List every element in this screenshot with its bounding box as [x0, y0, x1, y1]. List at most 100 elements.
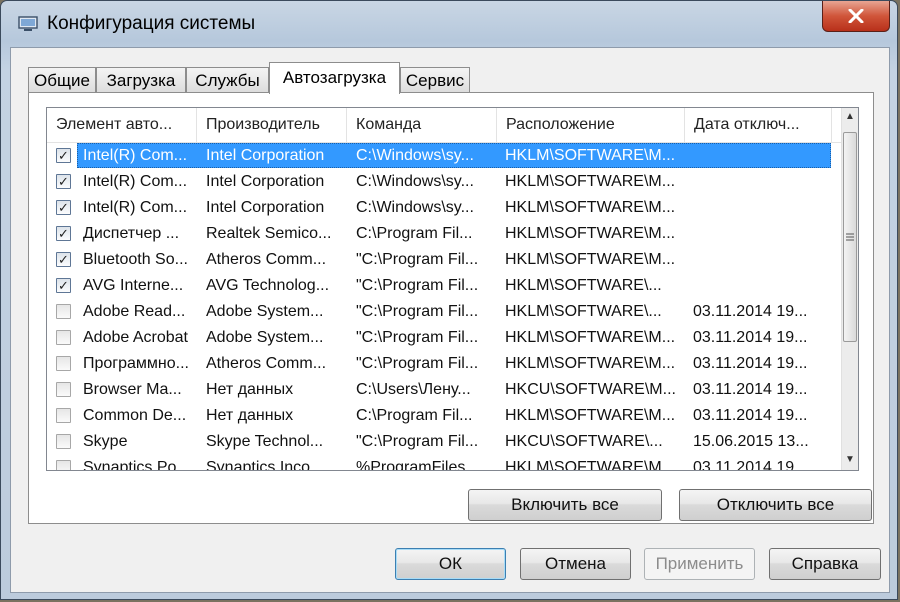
cell-date: 15.06.2015 13... — [693, 433, 809, 450]
cell-command: "C:\Program Fil... — [356, 433, 479, 450]
cell-maker: Adobe System... — [206, 303, 324, 320]
cell-date — [693, 143, 829, 169]
cell-maker: Synaptics Inco... — [206, 459, 324, 471]
ok-button[interactable]: ОК — [395, 548, 506, 580]
cell-location: HKLM\SOFTWARE\M... — [505, 407, 676, 424]
close-button[interactable] — [822, 1, 890, 32]
cell-name: Synaptics Po... — [83, 459, 190, 471]
table-row[interactable]: ✓ Intel(R) Com... Intel Corporation C:\Wind… — [47, 195, 841, 221]
tab-boot[interactable]: Загрузка — [96, 67, 186, 93]
cell-date: 03.11.2014 19... — [693, 407, 808, 424]
row-checkbox[interactable]: ✓ — [56, 174, 71, 189]
table-row[interactable]: Skype Skype Technol... "C:\Program Fil... H… — [47, 429, 841, 455]
dialog-client: Общие Загрузка Службы Автозагрузка Серви… — [10, 47, 890, 593]
row-checkbox[interactable] — [56, 356, 71, 371]
table-row[interactable]: ✓ Intel(R) Com... Intel Corporation C:\Wind… — [47, 143, 841, 169]
cell-date: 03.11.2014 19... — [693, 355, 808, 372]
cell-maker: Adobe System... — [206, 329, 324, 346]
cell-date — [693, 273, 829, 299]
cell-maker: Нет данных — [206, 407, 294, 424]
cell-location: HKLM\SOFTWARE\M... — [505, 199, 676, 216]
row-checkbox[interactable] — [56, 382, 71, 397]
cell-name: Adobe Read... — [83, 303, 186, 320]
title-bar[interactable]: Конфигурация системы — [1, 1, 897, 47]
table-row[interactable]: Synaptics Po... Synaptics Inco... %Program… — [47, 455, 841, 471]
cell-date — [693, 195, 829, 221]
cell-maker: Intel Corporation — [206, 173, 325, 190]
tab-general[interactable]: Общие — [28, 67, 96, 93]
table-row[interactable]: Adobe Read... Adobe System... "C:\Program … — [47, 299, 841, 325]
table-row[interactable]: Browser Ma... Нет данных C:\Users\Лену... H… — [47, 377, 841, 403]
cell-location: HKLM\SOFTWARE\M... — [505, 147, 676, 164]
cell-date — [693, 247, 829, 273]
row-checkbox[interactable]: ✓ — [56, 252, 71, 267]
cell-name: Adobe Acrobat — [83, 329, 188, 346]
cell-maker: Skype Technol... — [206, 433, 324, 450]
table-row[interactable]: ✓ Диспетчер ... Realtek Semico... C:\Progra… — [47, 221, 841, 247]
cell-maker: Realtek Semico... — [206, 225, 332, 242]
tab-tools[interactable]: Сервис — [400, 67, 470, 93]
disable-all-button[interactable]: Отключить все — [679, 489, 872, 521]
cell-maker: AVG Technolog... — [206, 277, 330, 294]
cell-date: 03.11.2014 19... — [693, 303, 808, 320]
cell-name: Intel(R) Com... — [83, 173, 188, 190]
vertical-scrollbar[interactable]: ▲ ▼ — [841, 108, 858, 470]
row-checkbox[interactable]: ✓ — [56, 200, 71, 215]
cell-command: "C:\Program Fil... — [356, 355, 479, 372]
cell-location: HKLM\SOFTWARE\M... — [505, 329, 676, 346]
row-checkbox[interactable]: ✓ — [56, 148, 71, 163]
tab-services[interactable]: Службы — [186, 67, 269, 93]
column-command[interactable]: Команда — [347, 108, 497, 142]
row-checkbox[interactable] — [56, 408, 71, 423]
table-row[interactable]: Программно... Atheros Comm... "C:\Program … — [47, 351, 841, 377]
table-row[interactable]: ✓ AVG Interne... AVG Technolog... "C:\Progr… — [47, 273, 841, 299]
cell-command: "C:\Program Fil... — [356, 303, 479, 320]
scroll-thumb[interactable] — [843, 132, 857, 342]
enable-all-button[interactable]: Включить все — [468, 489, 662, 521]
scroll-down-icon[interactable]: ▼ — [842, 451, 858, 468]
row-checkbox[interactable]: ✓ — [56, 226, 71, 241]
startup-panel: Элемент авто... Производитель Команда Ра… — [28, 92, 874, 524]
cell-command: "C:\Program Fil... — [356, 329, 479, 346]
table-row[interactable]: Adobe Acrobat Adobe System... "C:\Program … — [47, 325, 841, 351]
column-location[interactable]: Расположение — [497, 108, 685, 142]
table-row[interactable]: ✓ Intel(R) Com... Intel Corporation C:\Wind… — [47, 169, 841, 195]
cell-name: Программно... — [83, 355, 189, 372]
table-row[interactable]: ✓ Bluetooth So... Atheros Comm... "C:\Progr… — [47, 247, 841, 273]
column-manufacturer[interactable]: Производитель — [197, 108, 347, 142]
cancel-button[interactable]: Отмена — [520, 548, 631, 580]
row-checkbox[interactable] — [56, 330, 71, 345]
cell-location: HKLM\SOFTWARE\M... — [505, 251, 676, 268]
column-item[interactable]: Элемент авто... — [47, 108, 197, 142]
cell-name: AVG Interne... — [83, 277, 184, 294]
cell-command: C:\Windows\sy... — [356, 173, 474, 190]
row-checkbox[interactable] — [56, 304, 71, 319]
cell-date: 03.11.2014 19... — [693, 381, 808, 398]
tab-startup[interactable]: Автозагрузка — [269, 62, 400, 94]
startup-list[interactable]: Элемент авто... Производитель Команда Ра… — [46, 107, 859, 471]
scroll-up-icon[interactable]: ▲ — [842, 108, 858, 125]
cell-maker: Intel Corporation — [206, 147, 325, 164]
cell-maker: Intel Corporation — [206, 199, 325, 216]
row-checkbox[interactable] — [56, 434, 71, 449]
cell-location: HKLM\SOFTWARE\... — [505, 303, 662, 320]
cell-command: C:\Windows\sy... — [356, 199, 474, 216]
cell-name: Browser Ma... — [83, 381, 182, 398]
cell-maker: Atheros Comm... — [206, 355, 327, 372]
cell-command: %ProgramFiles... — [356, 459, 479, 471]
scroll-grip-icon — [846, 233, 854, 241]
row-checkbox[interactable]: ✓ — [56, 278, 71, 293]
cell-location: HKLM\SOFTWARE\M... — [505, 459, 676, 471]
apply-button: Применить — [644, 548, 755, 580]
cell-command: "C:\Program Fil... — [356, 251, 479, 268]
cell-date: 03.11.2014 19... — [693, 329, 808, 346]
row-checkbox[interactable] — [56, 460, 71, 470]
cell-name: Intel(R) Com... — [83, 199, 188, 216]
cell-name: Common De... — [83, 407, 187, 424]
help-button[interactable]: Справка — [769, 548, 881, 580]
cell-name: Intel(R) Com... — [83, 147, 188, 164]
cell-maker: Нет данных — [206, 381, 294, 398]
cell-name: Диспетчер ... — [83, 225, 180, 242]
table-row[interactable]: Common De... Нет данных C:\Program Fil... H… — [47, 403, 841, 429]
column-date-disabled[interactable]: Дата отключ... — [685, 108, 832, 142]
